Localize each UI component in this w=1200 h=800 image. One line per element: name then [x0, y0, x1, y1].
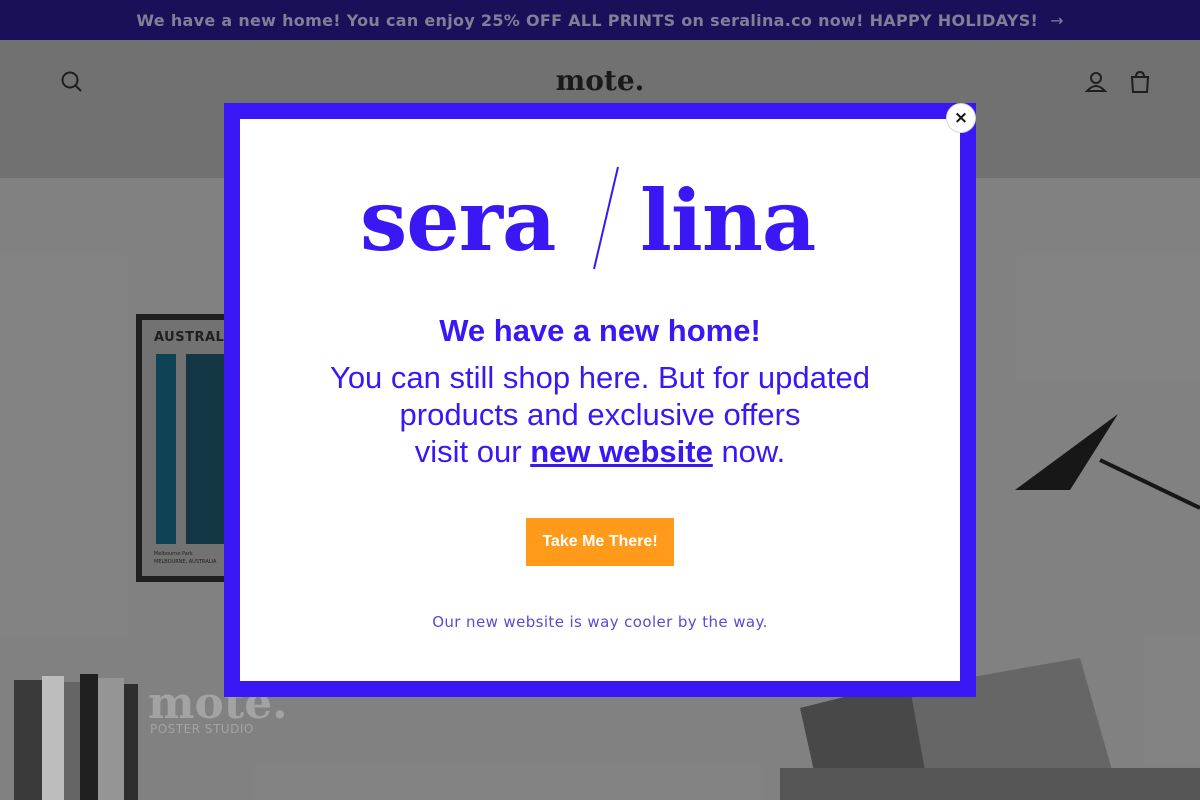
- message-line-1: You can still shop here. But for updated: [329, 360, 870, 395]
- message-line-2: products and exclusive offers: [399, 397, 801, 432]
- modal-headline: We have a new home!: [439, 313, 761, 348]
- brand-left-word: sera: [360, 171, 556, 270]
- modal-message: You can still shop here. But for updated…: [280, 359, 920, 470]
- close-icon[interactable]: ×: [946, 103, 976, 133]
- new-website-link[interactable]: new website: [530, 434, 713, 469]
- brand-logo: sera lina: [240, 163, 960, 273]
- modal-footnote: Our new website is way cooler by the way…: [432, 613, 768, 631]
- popup-modal: sera lina We have a new home! You can st…: [224, 103, 976, 697]
- modal-body: sera lina We have a new home! You can st…: [240, 119, 960, 681]
- message-line-3: visit our new website now.: [414, 434, 786, 469]
- brand-right-word: lina: [640, 171, 816, 270]
- slash-icon: [593, 166, 619, 270]
- take-me-there-button[interactable]: Take Me There!: [526, 518, 674, 566]
